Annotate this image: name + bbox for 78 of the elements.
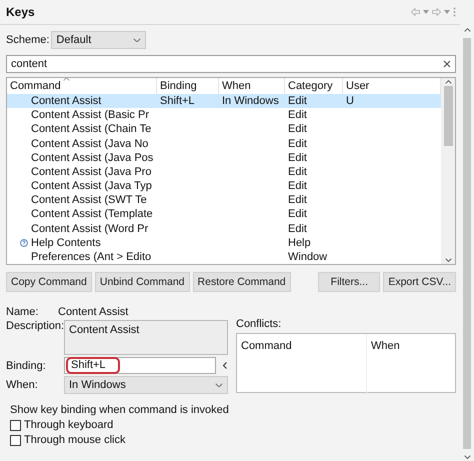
table-cell: In Windows <box>222 95 279 108</box>
table-cell: Content Assist <box>31 95 102 108</box>
command-name: Content Assist <box>58 306 128 318</box>
table-cell: Window <box>288 250 328 263</box>
chevron-down-icon <box>133 38 142 42</box>
table-cell: Edit <box>288 208 307 220</box>
action-button[interactable]: Filters... <box>318 272 380 292</box>
checkbox[interactable]: Through mouse click <box>10 434 456 446</box>
table-row[interactable]: Content Assist (Word Pr Edit <box>7 222 441 236</box>
when-dropdown[interactable]: In Windows <box>64 376 228 394</box>
description-label: Description: <box>6 320 64 332</box>
table-cell: Edit <box>288 109 307 122</box>
table-row[interactable]: Content Assist Shift+L In Windows Edit U <box>7 94 441 108</box>
table-cell: Content Assist (Java Typ <box>31 180 152 192</box>
scrollbar-thumb[interactable] <box>463 38 471 449</box>
scroll-down-icon <box>464 454 470 459</box>
table-cell: U <box>346 95 354 108</box>
action-button[interactable]: Export CSV... <box>383 272 456 292</box>
table-cell: Content Assist (Java Pos <box>31 152 154 164</box>
command-button[interactable]: Restore Command <box>192 272 291 292</box>
group-label: Show key binding when command is invoked <box>10 404 230 416</box>
table-row[interactable]: Content Assist (Java Pos Edit <box>7 150 441 165</box>
binding-label: Binding: <box>6 360 47 372</box>
table-cell: Edit <box>288 180 307 192</box>
table-cell: Content Assist (Basic Pr <box>31 109 149 122</box>
table-cell: Content Assist (SWT Te <box>31 194 147 206</box>
conflicts-table: Command When <box>236 333 456 393</box>
table-row[interactable]: Content Assist (Java Typ Edit <box>7 179 441 194</box>
table-cell: Edit <box>288 152 307 164</box>
table-cell: Content Assist (Word Pr <box>31 222 148 235</box>
table-cell: Edit <box>288 138 307 150</box>
table-row[interactable]: Content Assist (Chain Te Edit <box>7 122 441 137</box>
command-button[interactable]: Unbind Command <box>94 272 190 292</box>
filter-field[interactable]: content <box>6 55 456 73</box>
scroll-down-icon <box>444 258 452 262</box>
scrollbar-thumb[interactable] <box>444 86 452 146</box>
help-icon <box>20 238 28 247</box>
scheme-label: Scheme: <box>6 34 50 46</box>
table-cell: Content Assist (Java No <box>31 138 148 150</box>
table-cell: Edit <box>288 95 307 108</box>
table-cell: Edit <box>288 222 307 235</box>
table-row[interactable]: Content Assist (SWT Te Edit <box>7 193 441 208</box>
table-cell: Help <box>288 236 311 249</box>
checkbox[interactable]: Through keyboard <box>10 419 456 431</box>
scroll-up-icon <box>464 28 470 32</box>
table-cell: Preferences (Ant > Edito <box>31 250 152 263</box>
table-row[interactable]: Preferences (Ant > Edito Window <box>7 250 441 264</box>
name-label: Name: <box>6 306 40 318</box>
table-cell: Shift+L <box>160 95 195 108</box>
conflicts-label: Conflicts: <box>236 318 282 330</box>
chevron-left-icon[interactable] <box>223 362 227 369</box>
forward-arrow-icon[interactable] <box>432 8 441 16</box>
table-cell: Edit <box>288 123 307 136</box>
clear-icon[interactable] <box>443 60 451 68</box>
view-menu-icon[interactable] <box>453 7 456 17</box>
table-row[interactable]: Content Assist (Basic Pr Edit <box>7 108 441 122</box>
table-row[interactable]: Content Assist (Template Edit <box>7 207 441 222</box>
binding-field[interactable]: Shift+L <box>64 357 216 374</box>
view-title: Keys <box>6 5 35 19</box>
table-row[interactable]: Help Contents Help <box>7 236 441 250</box>
table-cell: Help Contents <box>31 236 101 249</box>
when-label: When: <box>6 379 39 391</box>
sort-caret-icon <box>63 78 70 82</box>
table-cell: Edit <box>288 194 307 206</box>
description-field[interactable]: Content Assist <box>64 320 228 355</box>
scroll-up-icon <box>444 80 452 84</box>
table-cell: Content Assist (Template <box>31 208 153 220</box>
table-row[interactable]: Content Assist (Java No Edit <box>7 136 441 151</box>
table-cell: Content Assist (Java Pro <box>31 166 152 178</box>
command-button[interactable]: Copy Command <box>6 272 92 292</box>
back-arrow-icon[interactable] <box>411 8 420 16</box>
dropdown-icon[interactable] <box>423 10 429 14</box>
chevron-down-icon <box>215 382 223 388</box>
scheme-dropdown[interactable]: Default <box>51 31 146 49</box>
table-cell: Edit <box>288 166 307 178</box>
table-cell: Content Assist (Chain Te <box>31 123 152 136</box>
dropdown-icon[interactable] <box>444 10 450 14</box>
table-row[interactable]: Content Assist (Java Pro Edit <box>7 164 441 180</box>
